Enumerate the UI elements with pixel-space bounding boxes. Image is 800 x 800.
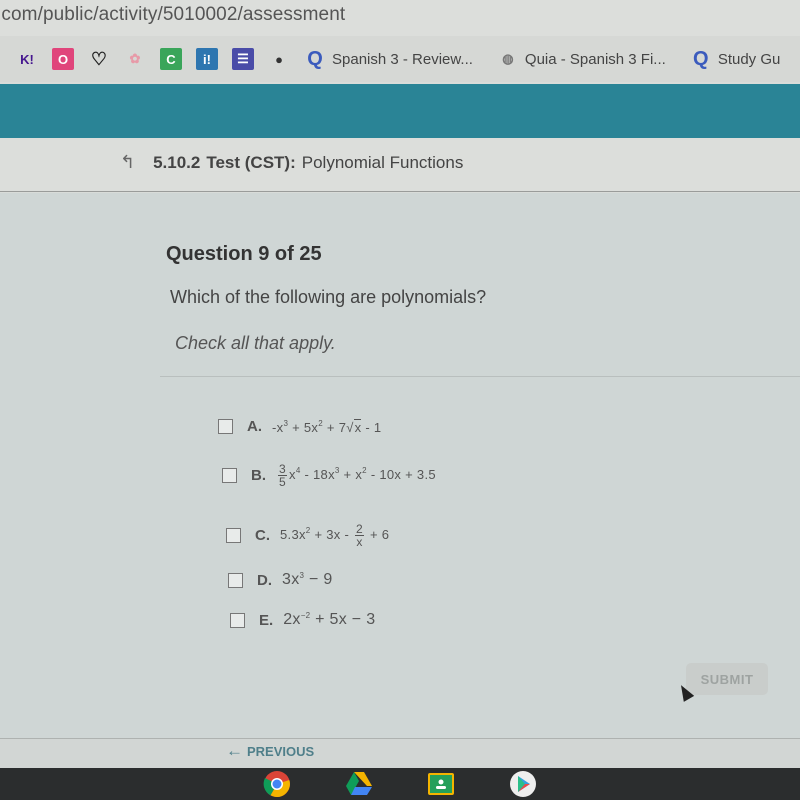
bookmarks-bar: K! O ♡ ✿ Ci! ☰ ● Q Spanish 3 - Review... ◍ Quia - …	[0, 36, 800, 82]
bookmark-item[interactable]: ✿	[124, 48, 146, 70]
option-b[interactable]: B. 3 5 x4 - 18x3 + x2 - 10x + 3.5	[222, 463, 436, 488]
bookmark-item[interactable]: ●	[268, 48, 290, 70]
chrome-icon[interactable]	[262, 769, 292, 799]
question-hint: Check all that apply.	[175, 333, 336, 353]
question-prompt: Which of the following are polynomials?	[170, 287, 487, 307]
address-bar[interactable]: .com/public/activity/5010002/assessment	[0, 0, 800, 36]
kahoot-icon: K!	[20, 51, 34, 67]
quia-icon: ◍	[502, 51, 514, 66]
avatar-icon: ●	[275, 51, 283, 67]
google-classroom-icon[interactable]	[426, 769, 456, 799]
checkbox[interactable]	[226, 528, 241, 543]
bookmark-label: Study Gu	[717, 50, 781, 68]
activity-code: 5.10.2	[153, 152, 201, 172]
option-expression: 2x−2 + 5x − 3	[283, 611, 376, 628]
option-letter: A.	[247, 418, 262, 435]
option-letter: D.	[257, 571, 272, 589]
footer-nav: ← PREVIOUS	[0, 738, 800, 768]
bookmark-item[interactable]: C	[160, 48, 182, 70]
checkbox[interactable]	[230, 612, 245, 628]
o-app-icon: O	[52, 48, 74, 70]
bookmark-label: Spanish 3 - Review...	[332, 50, 473, 68]
option-letter: C.	[255, 527, 270, 544]
play-store-icon[interactable]	[508, 769, 538, 799]
flower-icon: ✿	[129, 51, 141, 66]
checkbox[interactable]	[228, 572, 243, 588]
option-c[interactable]: C. 5.3x2 + 3x - 2x + 6	[226, 523, 389, 548]
google-drive-icon[interactable]	[344, 769, 374, 799]
heart-icon: ♡	[90, 48, 108, 69]
bookmark-item[interactable]: i!	[196, 48, 218, 70]
up-arrow-icon[interactable]: ↰	[120, 152, 135, 173]
bookmark-item[interactable]: K!	[16, 48, 38, 70]
bookmark-item[interactable]: ☰	[232, 48, 254, 70]
divider	[160, 376, 800, 377]
option-letter: E.	[259, 611, 274, 629]
activity-title: Polynomial Functions	[301, 152, 464, 172]
c-app-icon: C	[160, 48, 182, 70]
bookmark-item[interactable]: Q Spanish 3 - Review...	[304, 48, 473, 70]
quizlet-icon: Q	[307, 47, 323, 70]
bookmark-item[interactable]: Q Study Gu	[690, 47, 781, 70]
submit-button[interactable]: SUBMIT	[686, 663, 768, 695]
app-header-bar	[0, 84, 800, 138]
arrow-left-icon: ←	[226, 741, 243, 760]
previous-button[interactable]: ← PREVIOUS	[226, 741, 314, 761]
bookmark-label: Quia - Spanish 3 Fi...	[524, 50, 666, 68]
previous-label: PREVIOUS	[247, 743, 315, 759]
question-panel: Question 9 of 25 Which of the following …	[0, 193, 800, 738]
quizlet-icon: Q	[693, 47, 709, 70]
i-app-icon: i!	[196, 48, 218, 70]
option-letter: B.	[251, 467, 266, 484]
option-expression: 5.3x2 + 3x - 2x + 6	[280, 522, 390, 549]
bookmark-item[interactable]: O	[52, 48, 74, 70]
option-expression: -x3 + 5x2 + 7√x - 1	[272, 418, 382, 435]
bookmark-item[interactable]: ◍ Quia - Spanish 3 Fi...	[497, 48, 666, 70]
question-number: Question 9 of 25	[166, 243, 322, 265]
activity-kind: Test (CST):	[206, 152, 296, 172]
checkbox[interactable]	[222, 468, 237, 483]
option-expression: 3x3 − 9	[282, 571, 333, 588]
breadcrumb: ↰ 5.10.2 Test (CST): Polynomial Function…	[0, 138, 800, 192]
list-icon: ☰	[232, 48, 254, 70]
option-d[interactable]: D. 3x3 − 9	[228, 571, 333, 589]
option-e[interactable]: E. 2x−2 + 5x − 3	[230, 611, 375, 629]
option-expression: 3 5 x4 - 18x3 + x2 - 10x + 3.5	[278, 462, 436, 489]
checkbox[interactable]	[218, 419, 233, 434]
bookmark-item[interactable]: ♡	[88, 48, 110, 70]
option-a[interactable]: A. -x3 + 5x2 + 7√x - 1	[218, 418, 381, 435]
url-text[interactable]: .com/public/activity/5010002/assessment	[0, 4, 345, 26]
os-shelf	[0, 768, 800, 800]
